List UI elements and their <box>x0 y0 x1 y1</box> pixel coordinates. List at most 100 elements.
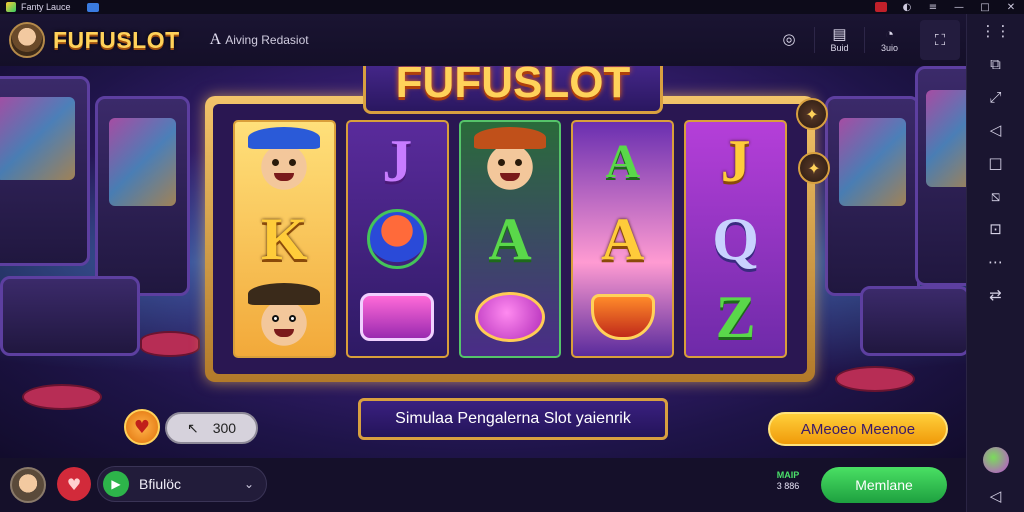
play-main-button[interactable]: Memlane <box>821 467 947 503</box>
slot-machine-frame: K J A A A J Q Z <box>205 96 815 382</box>
app-window: Fanty Lauce ◐ ≡ — □ ✕ FUFUSLOT A Aiving … <box>0 0 1024 512</box>
chevron-down-icon: ⌄ <box>243 477 254 491</box>
app-icon <box>6 2 16 12</box>
stats-value: 3 886 <box>776 481 800 491</box>
symbol-a-jewel: A <box>605 134 641 188</box>
symbol-k: K <box>261 205 308 272</box>
heart-icon: ♥ <box>133 416 151 438</box>
window-badge-icon <box>86 2 99 12</box>
sparkle-icon: ✦ <box>805 104 819 124</box>
sidebar-expand-icon[interactable]: ⤢ <box>967 80 1024 113</box>
arcade-cabinet-right-2 <box>915 66 966 286</box>
symbol-drum <box>356 281 438 353</box>
sidebar-nav-back-icon[interactable]: ◁ <box>967 479 1024 512</box>
symbol-cowboy <box>243 125 325 197</box>
record-icon[interactable] <box>875 2 887 12</box>
sidebar-square-icon[interactable]: □ <box>967 146 1024 179</box>
bottom-stats: MAIP 3 886 <box>768 470 808 492</box>
game-select-dropdown[interactable]: ▶ Bfiulöc ⌄ <box>97 466 267 502</box>
reel-2: J <box>345 120 449 358</box>
camera-tool[interactable]: ◎ <box>764 32 814 48</box>
theme-toggle-icon[interactable]: ◐ <box>894 0 920 14</box>
game-logo-banner: FUFUSLOT <box>363 66 663 114</box>
reel-1: K <box>233 120 336 358</box>
build-tool[interactable]: ▤ Buid <box>814 27 864 53</box>
favorite-button[interactable]: ♥ <box>124 409 160 445</box>
build-icon: ▤ <box>832 26 847 43</box>
window-title: Fanty Lauce <box>21 2 71 12</box>
font-a-icon: A <box>209 31 222 48</box>
arcade-console-right <box>860 286 966 356</box>
info-button[interactable]: ✦ <box>796 98 828 130</box>
sidebar-layers-icon[interactable]: ⧅ <box>967 179 1024 212</box>
sidebar-screenshot-icon[interactable]: ⊡ <box>967 212 1024 245</box>
play-icon: ▶ <box>103 471 129 497</box>
game-stage: K J A A A J Q Z FUFUSLOT ✦ ✦ ♥ ↖ 300 Sim… <box>0 66 966 458</box>
menu-icon[interactable]: ≡ <box>920 0 946 14</box>
header-toolbar: ◎ ▤ Buid ◔ 3uio ⛶ <box>764 14 966 66</box>
symbol-bowl <box>469 281 551 353</box>
symbol-j-gold: J <box>720 127 751 194</box>
camera-icon: ◎ <box>782 31 796 48</box>
arcade-console-left <box>0 276 140 356</box>
symbol-a-gold: A <box>601 205 645 272</box>
symbol-j: J <box>382 127 413 194</box>
cup-icon <box>590 294 655 340</box>
reel-3: A <box>458 120 562 358</box>
stool-left-2 <box>140 331 200 357</box>
game-header: FUFUSLOT A Aiving Redasiot ◎ ▤ Buid ◔ 3u… <box>0 14 966 66</box>
heart-icon-bottom: ♥ <box>66 474 82 494</box>
settings-button[interactable]: ✦ <box>798 152 830 184</box>
sidebar-back-icon[interactable]: ◁ <box>967 113 1024 146</box>
fullscreen-icon: ⛶ <box>934 31 946 49</box>
brand-logo: FUFUSLOT <box>53 26 180 53</box>
sidebar-game-orb-icon[interactable] <box>982 447 1009 473</box>
stats-label: MAIP <box>776 470 800 480</box>
symbol-z: Z <box>715 283 756 350</box>
sidebar-grid-icon[interactable]: ⋮⋮ <box>967 14 1024 47</box>
cowboy-face-icon <box>248 127 321 191</box>
stool-right <box>835 366 915 392</box>
drum-icon <box>360 293 435 341</box>
arcade-cabinet-right <box>825 96 920 296</box>
symbol-cup <box>582 281 664 353</box>
symbol-glasses-man <box>243 281 325 353</box>
reel-5: J Q Z <box>684 120 787 358</box>
like-button[interactable]: ♥ <box>57 467 91 501</box>
maximize-button[interactable]: □ <box>972 0 998 14</box>
fullscreen-button[interactable]: ⛶ <box>920 20 960 60</box>
stool-left <box>22 384 102 410</box>
symbol-hat-man <box>469 125 551 197</box>
glasses-face-icon <box>248 283 321 347</box>
sidebar-copy-icon[interactable]: ⧉ <box>967 47 1024 80</box>
helmet-face-icon <box>367 209 428 269</box>
reels-container: K J A A A J Q Z <box>213 104 807 374</box>
reel-4: A A <box>571 120 675 358</box>
arcade-cabinet-left-2 <box>95 96 190 296</box>
stats-tool[interactable]: ◔ 3uio <box>864 27 914 53</box>
sidebar-swap-icon[interactable]: ⇄ <box>967 278 1024 311</box>
stats-tool-label: 3uio <box>880 43 898 53</box>
clock-icon: ◔ <box>884 26 895 43</box>
profile-avatar[interactable] <box>9 22 45 58</box>
sparkle-icon-2: ✦ <box>807 158 821 178</box>
emulator-sidebar: ⋮⋮ ⧉ ⤢ ◁ □ ⧅ ⊡ ⋯ ⇄ ◁ <box>966 14 1024 512</box>
close-button[interactable]: ✕ <box>998 0 1024 14</box>
hat-face-icon <box>473 127 546 191</box>
credit-value: 300 <box>212 420 237 436</box>
sidebar-more-icon[interactable]: ⋯ <box>967 245 1024 278</box>
auto-mode-button[interactable]: AMeoeo Meenoe <box>768 412 948 446</box>
header-status-text: Aiving Redasiot <box>225 33 309 47</box>
symbol-a: A <box>488 205 532 272</box>
bottom-bar: ♥ ▶ Bfiulöc ⌄ MAIP 3 886 Memlane <box>0 458 966 512</box>
minimize-button[interactable]: — <box>946 0 972 14</box>
credit-display[interactable]: ↖ 300 <box>165 412 258 444</box>
player-avatar[interactable] <box>10 467 46 503</box>
subtitle-banner: Simulaa Pengalerna Slot yaienrik <box>358 398 668 440</box>
window-titlebar: Fanty Lauce ◐ ≡ — □ ✕ <box>0 0 1024 14</box>
symbol-helmet <box>356 203 438 275</box>
window-controls: ◐ ≡ — □ ✕ <box>868 0 1024 14</box>
build-tool-label: Buid <box>830 43 849 53</box>
cursor-arrow-icon: ↖ <box>186 419 199 436</box>
game-select-label: Bfiulöc <box>139 476 182 492</box>
